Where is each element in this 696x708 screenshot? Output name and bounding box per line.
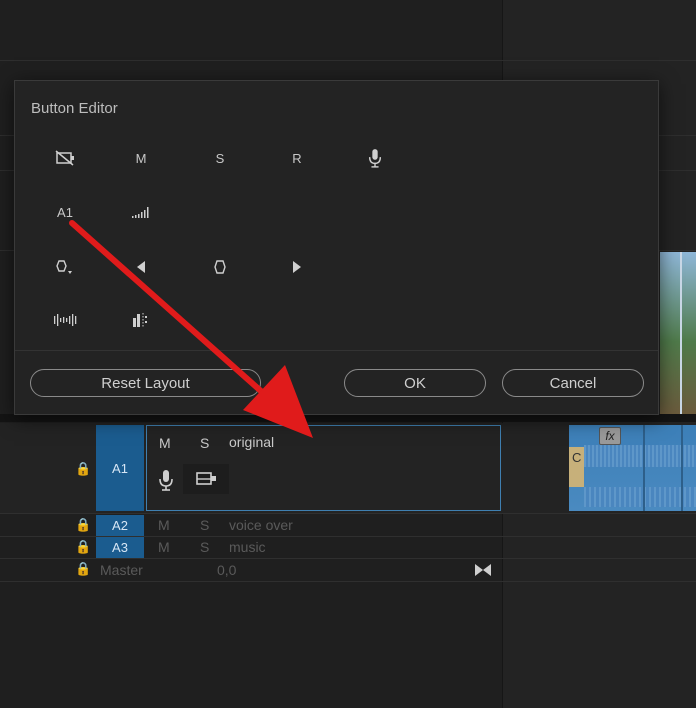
annotation-arrow (69, 220, 313, 438)
